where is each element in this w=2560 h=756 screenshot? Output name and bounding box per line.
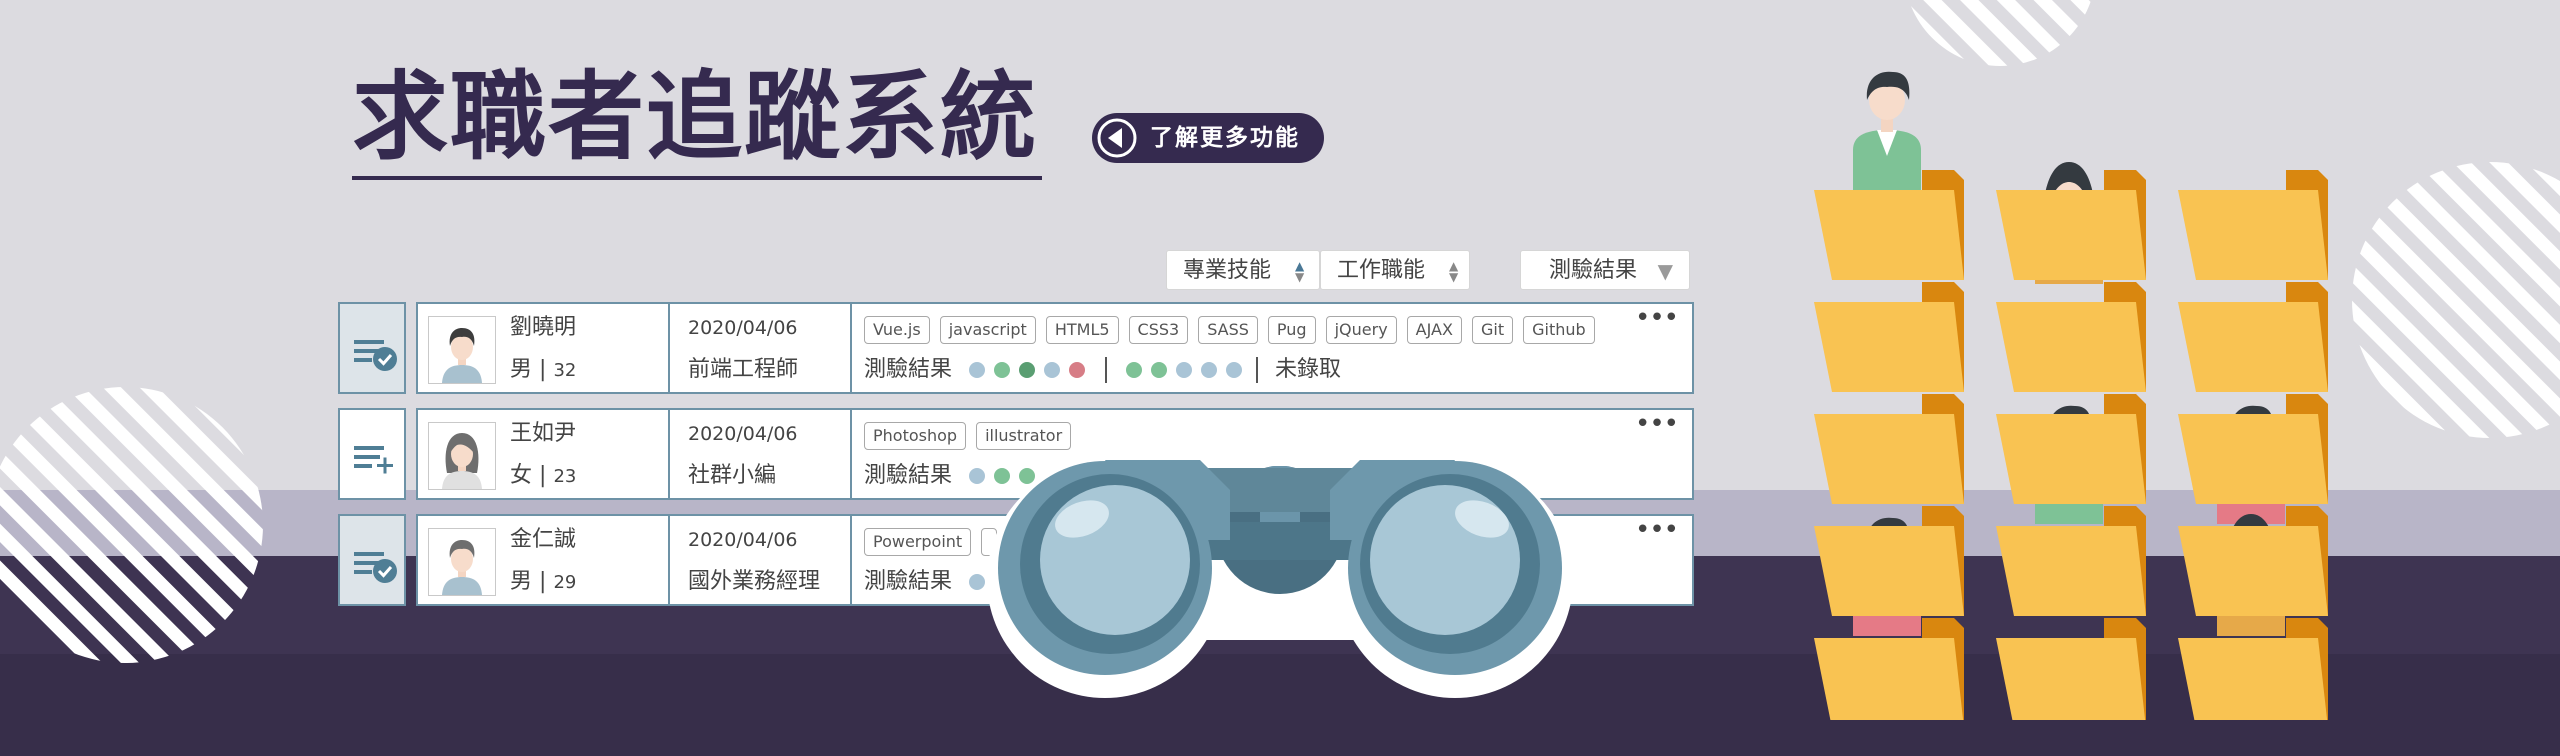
more-options-icon[interactable]: ••• (1635, 411, 1679, 437)
sort-down-icon: ▼ (1449, 270, 1459, 284)
sort-job-label: 工作職能 (1337, 258, 1426, 283)
candidate-name: 王如尹 (510, 421, 577, 446)
learn-more-button[interactable]: 了解更多功能 (1092, 113, 1324, 163)
list-add-icon (354, 446, 393, 474)
avatar (428, 422, 496, 490)
skill-tag: Git (1471, 316, 1514, 344)
skill-tag: HTML5 (1045, 316, 1119, 344)
skill-tag: javascript (939, 316, 1036, 344)
apply-date: 2020/04/06 (688, 529, 798, 551)
result-dot (1126, 362, 1143, 378)
more-options-icon[interactable]: ••• (1635, 305, 1679, 331)
binoculars-icon (987, 460, 1573, 698)
list-check-icon (354, 340, 397, 371)
striped-circle-left-decoration (0, 387, 263, 663)
sort-job-button[interactable]: 工作職能 ▲ ▼ (1320, 250, 1470, 290)
more-options-icon[interactable]: ••• (1635, 517, 1679, 543)
result-dot (1176, 362, 1193, 378)
test-result-label: 測驗結果 (864, 357, 953, 382)
result-dot (1019, 362, 1036, 378)
test-result: 測驗結果 未錄取 (864, 354, 1341, 386)
result-filter-label: 測驗結果 (1549, 258, 1638, 283)
result-dot (969, 362, 986, 378)
candidate-gender-age: 男 | 32 (510, 357, 577, 382)
column-divider (850, 410, 852, 498)
candidate-name: 劉曉明 (510, 315, 577, 340)
back-arrow-circle-icon (1097, 118, 1137, 158)
result-dot (1151, 362, 1168, 378)
apply-date: 2020/04/06 (688, 423, 798, 445)
result-dot (994, 362, 1011, 378)
column-divider (668, 304, 670, 392)
page-title: 求職者追蹤系統 (352, 61, 1038, 173)
sort-skill-label: 專業技能 (1183, 258, 1272, 283)
row-select-checkbox[interactable] (338, 302, 406, 394)
skill-tag: jQuery (1325, 316, 1397, 344)
skill-tags: Vue.js javascript HTML5 CSS3 SASS Pug jQuery AJ… (864, 316, 1605, 346)
column-divider (850, 304, 852, 392)
result-dot (1044, 362, 1061, 378)
skill-tag: Pug (1267, 316, 1316, 344)
list-check-icon (354, 552, 397, 583)
candidate-folders-illustration (1814, 71, 2328, 720)
job-title: 社群小編 (688, 463, 777, 488)
dropdown-arrow-icon: ▼ (1657, 259, 1673, 283)
column-divider (668, 516, 670, 604)
avatar (428, 316, 496, 384)
candidate-gender-age: 男 | 29 (510, 569, 577, 594)
title-underline (352, 176, 1042, 180)
candidate-card: 劉曉明 男 | 32 2020/04/06 前端工程師 Vue.js javasc… (416, 302, 1694, 394)
status-badge: 未錄取 (1275, 357, 1342, 382)
job-title: 前端工程師 (688, 357, 799, 382)
result-dot (1069, 362, 1086, 378)
column-divider (850, 516, 852, 604)
skill-tag: Powerpoint (864, 528, 972, 556)
result-separator (1256, 357, 1259, 383)
row-select-checkbox[interactable] (338, 408, 406, 500)
result-dot (1226, 362, 1243, 378)
apply-date: 2020/04/06 (688, 317, 798, 339)
row-select-checkbox[interactable] (338, 514, 406, 606)
skill-tag: Github (1523, 316, 1595, 344)
striped-circle-right-decoration (2352, 162, 2560, 438)
skill-tag: CSS3 (1128, 316, 1189, 344)
test-result-label: 測驗結果 (864, 569, 953, 594)
test-result-dots (969, 354, 1094, 386)
test-result-dots (1126, 354, 1251, 386)
candidate-gender-age: 女 | 23 (510, 463, 577, 488)
test-result-label: 測驗結果 (864, 463, 953, 488)
job-title: 國外業務經理 (688, 569, 821, 594)
sort-skill-button[interactable]: 專業技能 ▲ ▼ (1166, 250, 1320, 290)
skill-tag: Vue.js (864, 316, 930, 344)
skill-tag: Photoshop (864, 422, 967, 450)
result-filter-dropdown[interactable]: 測驗結果 ▼ (1520, 250, 1690, 290)
skill-tag: SASS (1198, 316, 1258, 344)
candidate-row[interactable]: 劉曉明 男 | 32 2020/04/06 前端工程師 Vue.js javasc… (338, 302, 1694, 394)
skill-tag: AJAX (1406, 316, 1462, 344)
result-separator (1105, 357, 1108, 383)
candidate-name: 金仁誠 (510, 527, 577, 552)
result-dot (1201, 362, 1218, 378)
sort-down-icon: ▼ (1295, 270, 1305, 284)
learn-more-label: 了解更多功能 (1150, 125, 1300, 151)
avatar (428, 528, 496, 596)
column-divider (668, 410, 670, 498)
